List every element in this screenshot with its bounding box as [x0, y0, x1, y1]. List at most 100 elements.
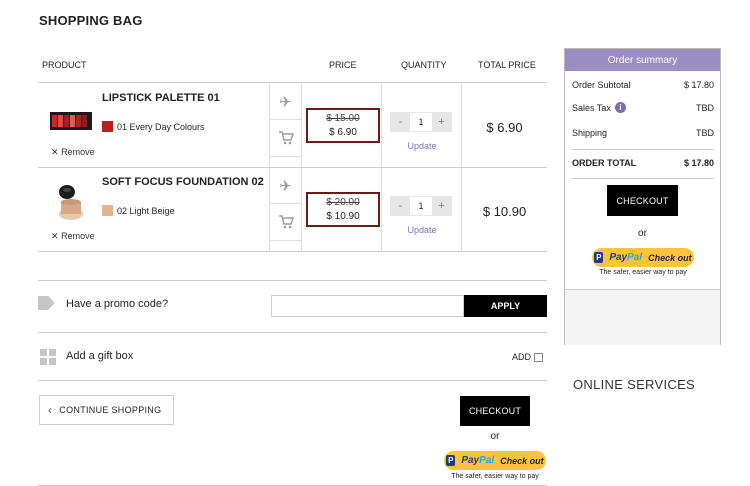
- gift-box-label: Add a gift box: [66, 350, 134, 362]
- close-icon: ✕: [51, 231, 59, 241]
- paypal-icon: P: [594, 252, 604, 263]
- add-label: ADD: [512, 352, 532, 362]
- item-total: $ 6.90: [486, 120, 523, 135]
- order-summary-title: Order summary: [565, 49, 720, 71]
- paypal-logo: PayPal: [461, 455, 494, 466]
- tag-icon: [38, 296, 55, 310]
- paypal-logo: PayPal: [609, 252, 642, 263]
- shipping-label: Shipping: [572, 128, 608, 138]
- info-icon[interactable]: i: [614, 102, 626, 113]
- quantity-increase-button[interactable]: +: [432, 113, 451, 131]
- paypal-checkout-button[interactable]: P PayPal Check out: [444, 451, 546, 470]
- price-box: $ 20.00 $ 10.90: [306, 192, 380, 227]
- paypal-checkout-button[interactable]: P PayPal Check out: [592, 248, 694, 267]
- summary-footer: [565, 289, 720, 345]
- summary-total-row: ORDER TOTAL $ 17.80: [572, 158, 714, 168]
- product-name[interactable]: LIPSTICK PALETTE 01: [102, 92, 220, 104]
- close-icon: ✕: [51, 147, 59, 157]
- update-link[interactable]: Update: [382, 141, 462, 151]
- column-product: PRODUCT: [42, 60, 87, 70]
- page-title: SHOPPING BAG: [39, 13, 143, 28]
- update-link[interactable]: Update: [382, 225, 462, 235]
- continue-shopping-label: CONTINUE SHOPPING: [59, 405, 162, 415]
- column-total-price: TOTAL PRICE: [478, 60, 536, 70]
- apply-button[interactable]: APPLY: [464, 295, 547, 317]
- checkout-button[interactable]: CHECKOUT: [460, 396, 530, 426]
- column-quantity: QUANTITY: [401, 60, 447, 70]
- summary-subtotal-row: Order Subtotal $ 17.80: [572, 80, 714, 90]
- cart-icon[interactable]: [270, 120, 301, 157]
- paypal-logo-pal: Pal: [627, 252, 643, 263]
- tax-label: Sales Tax: [572, 102, 611, 113]
- quantity-cell: - 1 + Update: [382, 84, 462, 168]
- remove-button[interactable]: ✕ Remove: [51, 231, 95, 242]
- airplane-icon[interactable]: ✈: [270, 84, 301, 120]
- airplane-icon[interactable]: ✈: [270, 168, 301, 204]
- gift-box-add[interactable]: ADD: [512, 352, 544, 362]
- cart-item-row: SOFT FOCUS FOUNDATION 02 02 Light Beige …: [38, 168, 547, 252]
- divider: [572, 149, 714, 150]
- cart-icon[interactable]: [270, 204, 301, 241]
- quantity-stepper: - 1 +: [390, 196, 452, 216]
- item-action-icons: ✈: [269, 168, 302, 252]
- remove-button[interactable]: ✕ Remove: [51, 147, 95, 158]
- product-shade: 02 Light Beige: [102, 205, 175, 216]
- shade-label: 02 Light Beige: [117, 205, 175, 216]
- quantity-stepper: - 1 +: [390, 112, 452, 132]
- paypal-logo-pay: Pay: [609, 252, 628, 263]
- shade-swatch: [102, 121, 113, 132]
- shade-swatch: [102, 205, 113, 216]
- product-name[interactable]: SOFT FOCUS FOUNDATION 02: [102, 176, 264, 188]
- item-total: $ 10.90: [482, 204, 527, 219]
- quantity-input[interactable]: 1: [410, 113, 432, 131]
- price-cell: $ 15.00 $ 6.90: [302, 84, 382, 168]
- online-services-heading: ONLINE SERVICES: [573, 377, 696, 392]
- column-price: PRICE: [329, 60, 357, 70]
- promo-label: Have a promo code?: [66, 298, 169, 310]
- remove-label: Remove: [61, 147, 95, 157]
- original-price: $ 15.00: [326, 113, 360, 124]
- paypal-icon: P: [446, 455, 456, 466]
- subtotal-value: $ 17.80: [683, 80, 714, 90]
- or-divider: or: [490, 431, 500, 442]
- product-shade: 01 Every Day Colours: [102, 121, 205, 132]
- remove-label: Remove: [61, 231, 95, 241]
- tax-value: TBD: [696, 102, 714, 113]
- quantity-decrease-button[interactable]: -: [391, 197, 410, 215]
- gift-box-checkbox[interactable]: [534, 352, 544, 362]
- divider: [572, 178, 714, 179]
- promo-code-input[interactable]: [271, 295, 464, 317]
- summary-tax-row: Sales Tax i TBD: [572, 102, 714, 113]
- summary-checkout-button[interactable]: CHECKOUT: [607, 185, 678, 216]
- gift-box-section: Add a gift box ADD: [38, 333, 547, 381]
- chevron-left-icon: ‹: [48, 403, 53, 417]
- order-total-label: ORDER TOTAL: [572, 158, 637, 168]
- quantity-cell: - 1 + Update: [382, 168, 462, 252]
- shipping-value: TBD: [696, 128, 714, 138]
- paypal-logo-pay: Pay: [461, 455, 480, 466]
- summary-shipping-row: Shipping TBD: [572, 128, 714, 138]
- quantity-decrease-button[interactable]: -: [391, 113, 410, 131]
- price-cell: $ 20.00 $ 10.90: [302, 168, 382, 252]
- price-box: $ 15.00 $ 6.90: [306, 108, 380, 143]
- shade-label: 01 Every Day Colours: [117, 121, 205, 132]
- quantity-input[interactable]: 1: [410, 197, 432, 215]
- continue-shopping-button[interactable]: ‹ CONTINUE SHOPPING: [39, 395, 174, 425]
- gift-icon: [40, 349, 56, 365]
- table-header: PRODUCT PRICE QUANTITY TOTAL PRICE: [38, 48, 547, 83]
- subtotal-label: Order Subtotal: [572, 80, 631, 90]
- order-summary-panel: Order summary Order Subtotal $ 17.80 Sal…: [564, 48, 721, 345]
- sale-price: $ 10.90: [326, 211, 360, 222]
- original-price: $ 20.00: [326, 197, 360, 208]
- paypal-check-out-label: Check out: [500, 455, 544, 466]
- product-image[interactable]: [50, 106, 92, 136]
- product-image[interactable]: [50, 185, 92, 220]
- item-action-icons: ✈: [269, 84, 302, 168]
- paypal-tagline: The safer, easier way to pay: [599, 269, 687, 276]
- paypal-tagline: The safer, easier way to pay: [451, 473, 539, 480]
- cart-item-row: LIPSTICK PALETTE 01 01 Every Day Colours…: [38, 84, 547, 168]
- quantity-increase-button[interactable]: +: [432, 197, 451, 215]
- paypal-check-out-label: Check out: [648, 252, 692, 263]
- sale-price: $ 6.90: [329, 127, 357, 138]
- promo-section: Have a promo code? APPLY: [38, 280, 547, 333]
